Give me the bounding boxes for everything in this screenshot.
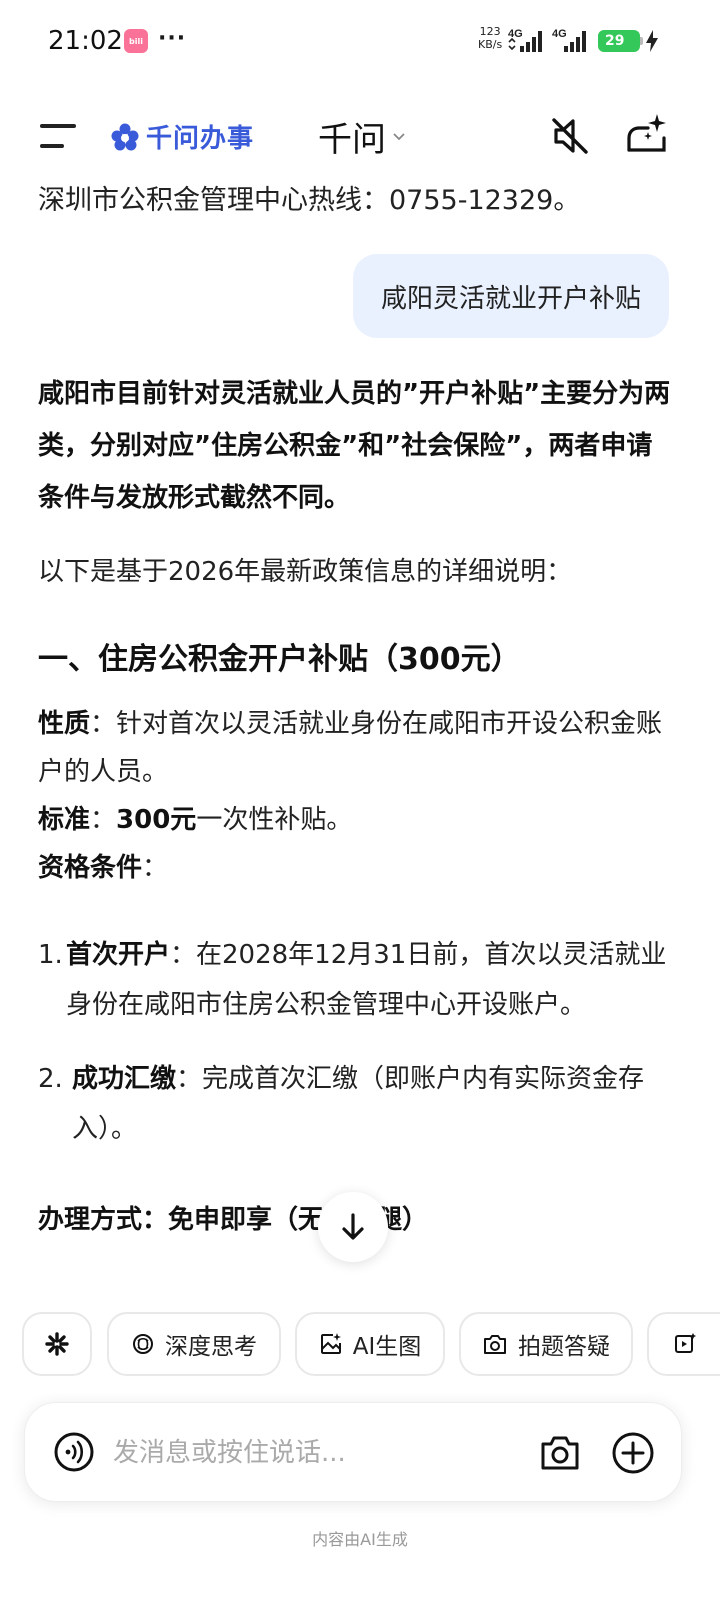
qualification-list: 1. 首次开户：在2028年12月31日前，首次以灵活就业身份在咸阳市住房公积金… xyxy=(38,930,674,1154)
chip-video[interactable] xyxy=(647,1312,720,1376)
list-item-label: 首次开户 xyxy=(66,940,171,970)
page-title: 千问 xyxy=(318,120,386,160)
app-header: 千问办事 千问 xyxy=(0,100,720,170)
scroll-to-bottom-button[interactable] xyxy=(318,1192,388,1262)
chip-label: AI生图 xyxy=(352,1334,422,1360)
network-speed-value: 123 xyxy=(479,25,501,38)
menu-icon[interactable] xyxy=(40,122,80,150)
standard-text: 一次性补贴。 xyxy=(196,805,353,835)
previous-message-text: 深圳市公积金管理中心热线：0755-12329。 xyxy=(38,185,581,216)
camera-question-icon xyxy=(484,1335,506,1354)
ai-disclaimer: 内容由AI生成 xyxy=(312,1530,408,1549)
chip-deep-thinking[interactable]: 深度思考 xyxy=(107,1312,281,1376)
network-speed-unit: KB/s xyxy=(478,38,503,51)
method-label: 办理方式： xyxy=(38,1205,169,1235)
standard-label: 标准 xyxy=(38,805,91,835)
battery-tip xyxy=(640,37,643,45)
list-item-label: 成功汇缴 xyxy=(72,1064,177,1094)
quick-action-chips: 深度思考 AI生图 拍题答疑 xyxy=(0,1312,720,1376)
network-speed: 123 KB/s xyxy=(478,25,502,51)
list-item: 1. 首次开户：在2028年12月31日前，首次以灵活就业身份在咸阳市住房公积金… xyxy=(38,930,674,1030)
brain-icon xyxy=(133,1334,153,1354)
brand-name: 千问办事 xyxy=(146,124,255,154)
qualification-label: 资格条件 xyxy=(38,853,143,883)
nature-text: ：针对首次以灵活就业身份在咸阳市开设公积金账户的人员。 xyxy=(38,709,663,787)
standard-paragraph: 标准：300元一次性补贴。 xyxy=(38,805,353,835)
ai-response: 咸阳市目前针对灵活就业人员的”开户补贴”主要分为两类，分别对应”住房公积金”和”… xyxy=(38,368,674,1246)
spark-icon xyxy=(45,1332,69,1356)
signal-2-icon: 4G xyxy=(552,28,586,52)
add-icon[interactable] xyxy=(611,1431,655,1475)
chip-photo-question[interactable]: 拍题答疑 xyxy=(459,1312,633,1376)
status-time: 21:02 xyxy=(48,26,123,56)
new-chat-icon[interactable] xyxy=(624,110,670,156)
battery-indicator: 29 xyxy=(598,30,640,52)
net2-label: 4G xyxy=(552,28,567,40)
status-bar: 21:02 bili ··· 123 KB/s 4G 4G 29 xyxy=(0,0,720,84)
nature-label: 性质 xyxy=(38,709,91,739)
model-selector[interactable]: 千问 xyxy=(318,112,406,161)
battery-level: 29 xyxy=(605,33,625,49)
qualification-heading: 资格条件： xyxy=(38,844,674,892)
chip-ai-image[interactable]: AI生图 xyxy=(295,1312,445,1376)
method-value: 免申即享（无需跑腿） xyxy=(168,1205,429,1235)
more-notifications-icon: ··· xyxy=(158,26,187,51)
ai-note: 以下是基于2026年最新政策信息的详细说明： xyxy=(38,557,573,587)
signal-1-icon: 4G xyxy=(508,28,542,52)
chip-more-tools[interactable] xyxy=(22,1312,92,1376)
chip-label: 深度思考 xyxy=(165,1334,257,1360)
section-title: 一、住房公积金开户补贴（300元） xyxy=(38,642,521,677)
brand-link[interactable]: 千问办事 xyxy=(110,118,254,155)
message-input[interactable] xyxy=(113,1431,513,1475)
standard-value: 300元 xyxy=(116,805,197,835)
camera-icon[interactable] xyxy=(539,1433,581,1473)
user-message-text: 咸阳灵活就业开户补贴 xyxy=(380,283,641,314)
list-item: 2. 成功汇缴：完成首次汇缴（即账户内有实际资金存入）。 xyxy=(38,1054,674,1154)
bilibili-app-icon: bili xyxy=(124,29,148,53)
brand-logo-icon xyxy=(111,123,139,150)
arrow-down-icon xyxy=(342,1213,364,1240)
list-item-number: 1. xyxy=(38,940,63,970)
image-spark-icon xyxy=(320,1333,341,1354)
video-icon xyxy=(675,1333,696,1353)
qualification-colon: ： xyxy=(142,853,169,883)
chip-label: 拍题答疑 xyxy=(518,1334,610,1360)
chat-area[interactable]: 深圳市公积金管理中心热线：0755-12329。 咸阳灵活就业开户补贴 咸阳市目… xyxy=(0,170,720,1300)
list-item-number: 2. xyxy=(38,1064,63,1094)
charging-icon xyxy=(646,30,658,52)
net1-label: 4G xyxy=(508,28,523,40)
message-composer xyxy=(24,1402,682,1502)
chevron-down-icon xyxy=(393,132,405,140)
user-message-bubble: 咸阳灵活就业开户补贴 xyxy=(352,254,669,338)
voice-input-icon[interactable] xyxy=(53,1431,95,1473)
nature-paragraph: 性质：针对首次以灵活就业身份在咸阳市开设公积金账户的人员。 xyxy=(38,700,674,796)
ai-intro: 咸阳市目前针对灵活就业人员的”开户补贴”主要分为两类，分别对应”住房公积金”和”… xyxy=(38,379,671,513)
mute-speaker-icon[interactable] xyxy=(548,114,592,158)
